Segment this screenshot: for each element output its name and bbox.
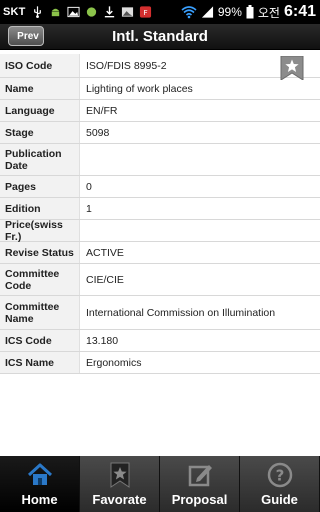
table-row: Edition 1 — [0, 198, 320, 220]
table-row: Name Lighting of work places — [0, 78, 320, 100]
row-value: ACTIVE — [86, 246, 124, 259]
question-icon: ? — [267, 462, 292, 488]
edit-icon — [188, 465, 212, 487]
table-row: Publication Date — [0, 144, 320, 176]
row-value: 5098 — [86, 126, 110, 139]
row-label: Committee Name — [0, 296, 80, 329]
tab-label: Guide — [261, 492, 298, 507]
wifi-icon — [181, 6, 197, 19]
tab-home[interactable]: Home — [0, 456, 80, 512]
row-label: Name — [0, 78, 80, 99]
row-value: 13.180 — [86, 334, 119, 347]
table-row: Revise Status ACTIVE — [0, 242, 320, 264]
row-value — [80, 144, 320, 175]
table-row: Committee Name International Commission … — [0, 296, 320, 330]
prev-button[interactable]: Prev — [8, 26, 44, 46]
battery-icon — [246, 5, 254, 19]
row-label: ICS Code — [0, 330, 80, 351]
table-row: ICS Code 13.180 — [0, 330, 320, 352]
row-label: Publication Date — [0, 144, 80, 175]
row-label: Pages — [0, 176, 80, 197]
table-row: Pages 0 — [0, 176, 320, 198]
row-label: Language — [0, 100, 80, 121]
row-value: Lighting of work places — [86, 82, 193, 95]
row-value: 0 — [86, 180, 92, 193]
row-label: ISO Code — [0, 54, 80, 77]
usb-icon — [33, 6, 41, 19]
bottom-tab-bar: Home Favorate Proposal ? Guide — [0, 456, 320, 512]
status-bar: SKT F 99% 오전 6:41 — [0, 0, 320, 24]
row-value: International Commission on Illumination — [86, 306, 276, 319]
row-label: Price(swiss Fr.) — [0, 219, 80, 243]
row-label: Stage — [0, 122, 80, 143]
row-value: EN/FR — [86, 104, 118, 117]
table-row: Language EN/FR — [0, 100, 320, 122]
image-icon — [121, 7, 133, 17]
tab-proposal[interactable]: Proposal — [160, 456, 240, 512]
svg-text:F: F — [143, 8, 147, 17]
table-row: Stage 5098 — [0, 122, 320, 144]
tab-label: Proposal — [171, 492, 228, 507]
gallery-icon — [67, 6, 80, 18]
carrier-label: SKT — [3, 6, 26, 18]
download-icon — [104, 6, 114, 18]
android-icon — [51, 8, 59, 17]
details-table: ISO Code ISO/FDIS 8995-2 Name Lighting o… — [0, 54, 320, 374]
ime-indicator: 오전 — [257, 5, 280, 20]
row-value: Ergonomics — [86, 356, 142, 369]
row-label: ICS Name — [0, 352, 80, 373]
row-value: CIE/CIE — [86, 273, 124, 286]
clock: 6:41 — [283, 3, 316, 20]
row-value: 1 — [86, 202, 92, 215]
tab-label: Favorate — [92, 492, 147, 507]
bookmark-star-icon[interactable] — [280, 56, 304, 80]
table-row: Price(swiss Fr.) — [0, 219, 320, 243]
signal-icon — [201, 6, 213, 18]
android-icon-2 — [86, 7, 96, 17]
battery-percent: 99% — [217, 5, 242, 19]
home-icon — [27, 463, 52, 485]
star-icon — [110, 462, 129, 488]
row-value — [80, 220, 320, 241]
row-label: Revise Status — [0, 242, 80, 263]
table-row: Committee Code CIE/CIE — [0, 264, 320, 296]
table-row: ICS Name Ergonomics — [0, 352, 320, 374]
tab-guide[interactable]: ? Guide — [240, 456, 320, 512]
page-title: Intl. Standard — [112, 28, 208, 45]
tab-favorate[interactable]: Favorate — [80, 456, 160, 512]
title-bar: Prev Intl. Standard — [0, 24, 320, 50]
table-row: ISO Code ISO/FDIS 8995-2 — [0, 54, 320, 80]
svg-text:?: ? — [275, 467, 284, 485]
app-icon: F — [139, 6, 151, 18]
row-label: Committee Code — [0, 264, 80, 295]
tab-label: Home — [21, 492, 58, 507]
row-label: Edition — [0, 198, 80, 219]
